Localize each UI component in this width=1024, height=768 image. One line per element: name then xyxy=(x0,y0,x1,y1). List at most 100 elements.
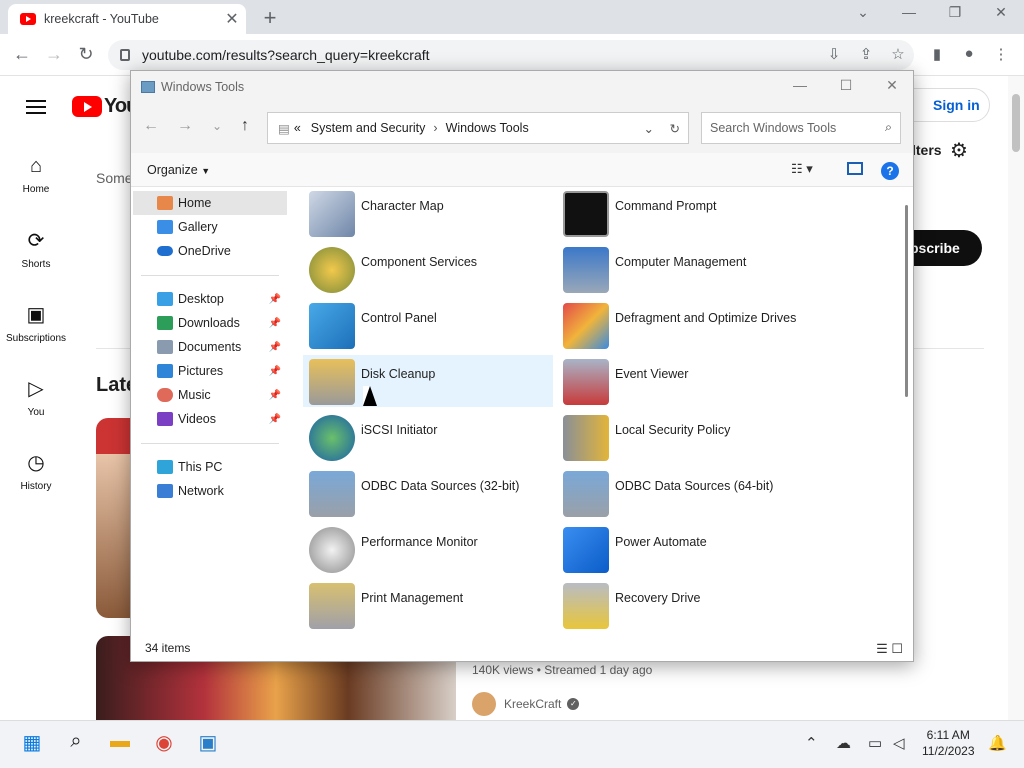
youtube-logo[interactable]: You xyxy=(72,95,138,118)
list-item[interactable]: Local Security Policy xyxy=(557,411,807,463)
list-item[interactable]: ODBC Data Sources (64-bit) xyxy=(557,467,807,519)
refresh-icon[interactable]: ↻ xyxy=(670,121,680,136)
browser-tab[interactable]: kreekcraft - YouTube ✕ xyxy=(8,4,246,34)
tree-item-desktop[interactable]: Desktop 📌 xyxy=(133,287,287,311)
start-windows-icon[interactable]: ▦ xyxy=(18,730,46,758)
tree-item-downloads[interactable]: Downloads 📌 xyxy=(133,311,287,335)
tree-item-music[interactable]: Music 📌 xyxy=(133,383,287,407)
tree-item-home[interactable]: Home xyxy=(133,191,287,215)
content-scrollbar[interactable] xyxy=(903,187,911,633)
list-item[interactable]: Character Map xyxy=(303,187,553,239)
nav-shorts[interactable]: ⟳ Shorts xyxy=(0,228,72,270)
tree-item-gallery[interactable]: Gallery xyxy=(133,215,287,239)
bookmark-star-icon[interactable]: ☆ xyxy=(887,45,909,63)
address-breadcrumb[interactable]: ▤ « System and Security › Windows Tools … xyxy=(267,112,689,144)
pin-icon[interactable]: 📌 xyxy=(269,366,281,377)
pin-icon[interactable]: 📌 xyxy=(269,390,281,401)
video-thumbnail[interactable] xyxy=(96,418,132,618)
nav-history[interactable]: ◷ History xyxy=(0,450,72,492)
lock-icon[interactable] xyxy=(120,49,130,61)
scrollbar-thumb[interactable] xyxy=(1012,94,1020,152)
menu-hamburger-icon[interactable] xyxy=(26,96,46,118)
breadcrumb-overflow-icon[interactable]: « xyxy=(294,121,301,135)
close-browser-icon[interactable]: ✕ xyxy=(978,4,1024,21)
maximize-icon[interactable]: ☐ xyxy=(823,77,869,94)
tree-item-onedrive[interactable]: OneDrive xyxy=(133,239,287,263)
profile-icon[interactable]: ● xyxy=(958,45,980,62)
minimize-browser-icon[interactable]: — xyxy=(886,4,932,20)
item-label: Performance Monitor xyxy=(361,535,478,549)
list-item[interactable]: Component Services xyxy=(303,243,553,295)
list-item[interactable]: Computer Management xyxy=(557,243,807,295)
notification-bell-icon[interactable]: 🔔 xyxy=(988,734,1007,752)
channel-name[interactable]: KreekCraft xyxy=(504,697,561,711)
breadcrumb-windows-tools[interactable]: Windows Tools xyxy=(446,121,529,135)
pin-icon[interactable]: 📌 xyxy=(269,294,281,305)
list-item[interactable]: Defragment and Optimize Drives xyxy=(557,299,807,351)
forward-icon[interactable]: → xyxy=(173,117,197,135)
filters-button[interactable]: lters xyxy=(912,142,942,158)
list-item[interactable]: Event Viewer xyxy=(557,355,807,407)
forward-icon[interactable]: → xyxy=(42,44,66,65)
minimize-icon[interactable]: — xyxy=(777,77,823,93)
nav-subscriptions[interactable]: ▣ Subscriptions xyxy=(0,302,72,344)
pin-icon[interactable]: 📌 xyxy=(269,318,281,329)
tree-label: Home xyxy=(178,196,212,210)
filters-icon[interactable]: ⚙ xyxy=(950,138,968,163)
list-item[interactable]: Recovery Drive xyxy=(557,579,807,631)
preview-pane-icon[interactable] xyxy=(847,162,863,175)
search-icon[interactable]: ⌕ xyxy=(62,730,90,758)
pin-icon[interactable]: 📌 xyxy=(269,414,281,425)
nav-home[interactable]: ⌂ Home xyxy=(0,155,72,195)
avatar[interactable] xyxy=(472,692,496,716)
view-options-icon[interactable]: ☷ ▾ xyxy=(791,161,813,177)
organize-button[interactable]: Organize ▼ xyxy=(147,163,210,177)
reload-icon[interactable]: ↻ xyxy=(74,44,98,65)
help-icon[interactable]: ? xyxy=(881,162,899,180)
tab-search-icon[interactable]: ⌄ xyxy=(840,4,886,21)
back-icon[interactable]: ← xyxy=(10,44,34,65)
restore-browser-icon[interactable]: ❐ xyxy=(932,4,978,21)
chevron-up-icon[interactable]: ⌃ xyxy=(805,734,818,752)
list-item[interactable]: Power Automate xyxy=(557,523,807,575)
share-icon[interactable]: ⇪ xyxy=(855,45,877,63)
tree-item-network[interactable]: Network xyxy=(133,479,287,503)
side-panel-icon[interactable]: ▮ xyxy=(926,45,948,63)
up-icon[interactable]: ↑ xyxy=(233,117,257,135)
breadcrumb-system-security[interactable]: System and Security xyxy=(311,121,426,135)
page-scrollbar[interactable] xyxy=(1008,76,1024,720)
pin-icon[interactable]: 📌 xyxy=(269,342,281,353)
scrollbar-thumb[interactable] xyxy=(905,205,908,397)
recent-locations-icon[interactable]: ⌄ xyxy=(205,119,229,133)
list-item[interactable]: iSCSI Initiator xyxy=(303,411,553,463)
list-item[interactable]: Performance Monitor xyxy=(303,523,553,575)
windows-tools-taskbar-icon[interactable]: ▣ xyxy=(194,730,222,758)
address-bar[interactable]: youtube.com/results?search_query=kreekcr… xyxy=(108,40,914,70)
search-input[interactable]: Search Windows Tools ⌕ xyxy=(701,112,901,144)
network-icon[interactable]: ▭ xyxy=(868,734,882,752)
new-tab-icon[interactable]: + xyxy=(258,5,282,31)
tree-item-videos[interactable]: Videos 📌 xyxy=(133,407,287,431)
onedrive-icon[interactable]: ☁ xyxy=(836,734,851,752)
file-explorer-icon[interactable]: ▬ xyxy=(106,730,134,758)
install-app-icon[interactable]: ⇩ xyxy=(823,45,845,63)
tree-item-pictures[interactable]: Pictures 📌 xyxy=(133,359,287,383)
menu-kebab-icon[interactable]: ⋮ xyxy=(990,45,1012,63)
list-item[interactable]: Control Panel xyxy=(303,299,553,351)
view-toggle-icons[interactable]: ☰ ☐ xyxy=(876,641,903,657)
tree-item-documents[interactable]: Documents 📌 xyxy=(133,335,287,359)
volume-icon[interactable]: ◁ xyxy=(893,734,905,752)
list-item[interactable]: Disk Cleanup xyxy=(303,355,553,407)
chevron-down-icon[interactable]: ⌄ xyxy=(644,121,654,136)
clock[interactable]: 6:11 AM 11/2/2023 xyxy=(922,727,975,759)
nav-you[interactable]: ▷ You xyxy=(0,376,72,418)
tree-item-thispc[interactable]: This PC xyxy=(133,455,287,479)
back-icon[interactable]: ← xyxy=(139,117,163,135)
channel-row[interactable]: KreekCraft ✓ xyxy=(472,692,580,716)
chrome-icon[interactable]: ◉ xyxy=(150,730,178,758)
close-tab-icon[interactable]: ✕ xyxy=(222,9,242,29)
list-item[interactable]: ODBC Data Sources (32-bit) xyxy=(303,467,553,519)
list-item[interactable]: Command Prompt xyxy=(557,187,807,239)
close-icon[interactable]: ✕ xyxy=(869,77,915,94)
list-item[interactable]: Print Management xyxy=(303,579,553,631)
